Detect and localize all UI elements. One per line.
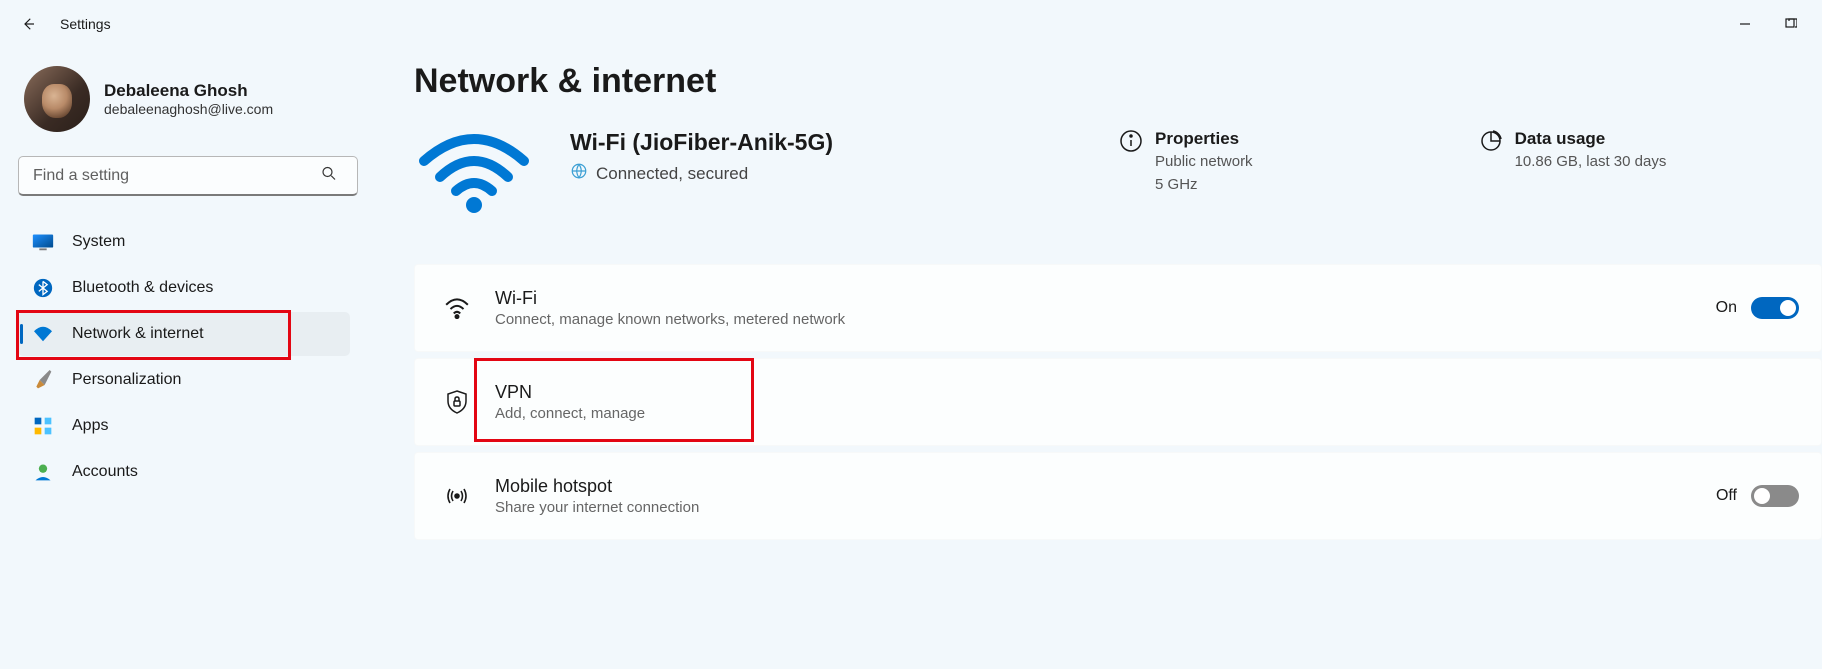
search-input[interactable] — [18, 156, 358, 196]
maximize-icon — [1785, 18, 1797, 30]
data-usage-line: 10.86 GB, last 30 days — [1515, 151, 1667, 172]
sidebar-item-label: Network & internet — [72, 325, 204, 343]
sidebar-item-apps[interactable]: Apps — [18, 404, 350, 448]
card-subtitle: Connect, manage known networks, metered … — [495, 311, 845, 328]
wifi-icon — [443, 297, 471, 319]
card-wifi[interactable]: Wi-Fi Connect, manage known networks, me… — [414, 264, 1822, 352]
properties-title: Properties — [1155, 129, 1253, 149]
back-arrow-icon — [19, 15, 37, 33]
toggle-label: Off — [1716, 487, 1737, 505]
shield-lock-icon — [443, 389, 471, 415]
toggle-label: On — [1716, 299, 1737, 317]
window-title: Settings — [60, 16, 111, 32]
sidebar-item-label: Personalization — [72, 371, 181, 389]
window-minimize-button[interactable] — [1722, 4, 1768, 44]
card-hotspot[interactable]: Mobile hotspot Share your internet conne… — [414, 452, 1822, 540]
sidebar-item-network[interactable]: Network & internet — [18, 312, 350, 356]
card-title: VPN — [495, 382, 645, 403]
profile-name: Debaleena Ghosh — [104, 81, 273, 101]
data-usage-title: Data usage — [1515, 129, 1667, 149]
properties-line2: 5 GHz — [1155, 174, 1253, 195]
sidebar-item-label: Bluetooth & devices — [72, 279, 213, 297]
sidebar-item-label: Accounts — [72, 463, 138, 481]
sidebar-item-personalization[interactable]: Personalization — [18, 358, 350, 402]
bluetooth-icon — [32, 277, 54, 299]
hotspot-toggle[interactable] — [1751, 485, 1799, 507]
card-subtitle: Add, connect, manage — [495, 405, 645, 422]
connection-info[interactable]: Wi-Fi (JioFiber-Anik-5G) Connected, secu… — [570, 129, 833, 185]
card-title: Mobile hotspot — [495, 476, 699, 497]
globe-icon — [570, 162, 588, 185]
apps-icon — [32, 415, 54, 437]
back-button[interactable] — [8, 4, 48, 44]
minimize-icon — [1739, 18, 1751, 30]
sidebar-item-system[interactable]: System — [18, 220, 350, 264]
sidebar-nav: System Bluetooth & devices Network & int… — [18, 220, 350, 494]
avatar — [24, 66, 90, 132]
sidebar-item-bluetooth[interactable]: Bluetooth & devices — [18, 266, 350, 310]
card-title: Wi-Fi — [495, 288, 845, 309]
connection-status: Connected, secured — [596, 164, 748, 184]
hotspot-icon — [443, 485, 471, 507]
page-title: Network & internet — [414, 62, 1822, 101]
connection-title: Wi-Fi (JioFiber-Anik-5G) — [570, 129, 833, 156]
monitor-icon — [32, 231, 54, 253]
pie-chart-icon — [1479, 129, 1501, 151]
profile-email: debaleenaghosh@live.com — [104, 101, 273, 117]
wifi-icon — [32, 323, 54, 345]
user-profile[interactable]: Debaleena Ghosh debaleenaghosh@live.com — [18, 48, 350, 152]
wifi-toggle[interactable] — [1751, 297, 1799, 319]
data-usage-block[interactable]: Data usage 10.86 GB, last 30 days — [1479, 129, 1667, 172]
search-icon — [320, 165, 338, 188]
wifi-large-icon — [414, 129, 534, 220]
sidebar-item-accounts[interactable]: Accounts — [18, 450, 350, 494]
person-icon — [32, 461, 54, 483]
card-subtitle: Share your internet connection — [495, 499, 699, 516]
window-maximize-button[interactable] — [1768, 4, 1814, 44]
sidebar-item-label: System — [72, 233, 125, 251]
info-icon — [1119, 129, 1141, 151]
properties-line1: Public network — [1155, 151, 1253, 172]
properties-block[interactable]: Properties Public network 5 GHz — [1119, 129, 1253, 195]
sidebar-item-label: Apps — [72, 417, 108, 435]
brush-icon — [32, 369, 54, 391]
card-vpn[interactable]: VPN Add, connect, manage — [414, 358, 1822, 446]
